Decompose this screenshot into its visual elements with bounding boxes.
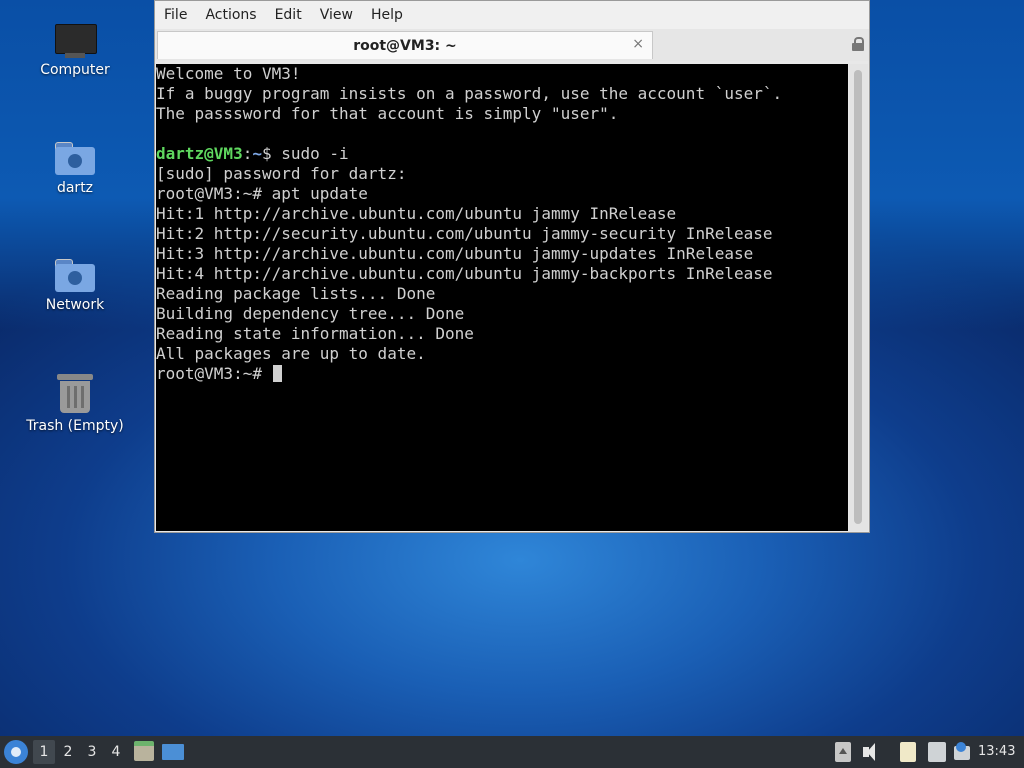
- clock[interactable]: 13:43: [978, 744, 1015, 759]
- terminal-line: Welcome to VM3!: [156, 64, 301, 83]
- desktop-icon-label: Network: [45, 297, 105, 313]
- terminal-line: Hit:4 http://archive.ubuntu.com/ubuntu j…: [156, 264, 773, 283]
- terminal-line: Hit:3 http://archive.ubuntu.com/ubuntu j…: [156, 244, 754, 263]
- terminal-line: Reading state information... Done: [156, 324, 474, 343]
- desktop-icon-home[interactable]: dartz: [20, 140, 130, 196]
- terminal-line: Hit:2 http://security.ubuntu.com/ubuntu …: [156, 224, 773, 243]
- menu-bar: File Actions Edit View Help: [155, 1, 869, 29]
- prompt-path: ~: [252, 144, 262, 163]
- terminal-window: File Actions Edit View Help root@VM3: ~ …: [154, 0, 870, 533]
- workspace-4[interactable]: 4: [105, 740, 127, 764]
- desktop-icon-label: Trash (Empty): [26, 418, 124, 434]
- prompt-user: dartz@VM3: [156, 144, 243, 163]
- desktop-icon-computer[interactable]: Computer: [20, 24, 130, 78]
- workspace-1[interactable]: 1: [33, 740, 55, 764]
- show-hidden-icons-icon[interactable]: [835, 742, 851, 762]
- terminal-scrollbar[interactable]: [849, 64, 868, 531]
- volume-icon[interactable]: [863, 742, 881, 762]
- desktop-icon-label: Computer: [40, 62, 110, 78]
- taskbar: 1 2 3 4 13:43: [0, 736, 1024, 768]
- trash-icon: [57, 374, 93, 414]
- terminal-line: Building dependency tree... Done: [156, 304, 465, 323]
- terminal-line: The passsword for that account is simply…: [156, 104, 619, 123]
- menu-view[interactable]: View: [311, 7, 362, 23]
- menu-edit[interactable]: Edit: [266, 7, 311, 23]
- terminal-prompt-line: dartz@VM3:~$ sudo -i: [156, 144, 848, 164]
- terminal-tab[interactable]: root@VM3: ~ ×: [157, 31, 653, 59]
- desktop-icon-network[interactable]: Network: [20, 257, 130, 313]
- terminal-line: [sudo] password for dartz:: [156, 164, 407, 183]
- terminal-line: If a buggy program insists on a password…: [156, 84, 783, 103]
- menu-help[interactable]: Help: [362, 7, 412, 23]
- network-icon[interactable]: [928, 742, 946, 762]
- terminal-line: Reading package lists... Done: [156, 284, 436, 303]
- desktop-icon-trash[interactable]: Trash (Empty): [20, 374, 130, 434]
- prompt-command: $ sudo -i: [261, 144, 349, 163]
- clipboard-icon[interactable]: [900, 742, 916, 762]
- notification-icon[interactable]: [954, 742, 972, 762]
- menu-file[interactable]: File: [155, 7, 196, 23]
- terminal-line: root@VM3:~# apt update: [156, 184, 368, 203]
- workspace-3[interactable]: 3: [81, 740, 103, 764]
- current-prompt: root@VM3:~#: [156, 364, 272, 383]
- scrollbar-thumb[interactable]: [854, 70, 862, 524]
- terminal-current-line: root@VM3:~#: [156, 364, 848, 384]
- close-icon[interactable]: ×: [632, 36, 644, 52]
- file-manager-task-icon[interactable]: [134, 741, 154, 761]
- network-folder-icon: [55, 257, 95, 293]
- app-menu-icon[interactable]: [4, 740, 28, 764]
- terminal-line: Hit:1 http://archive.ubuntu.com/ubuntu j…: [156, 204, 677, 223]
- computer-icon: [55, 24, 97, 58]
- terminal-output[interactable]: Welcome to VM3! If a buggy program insis…: [156, 64, 848, 531]
- window-task-icon[interactable]: [162, 744, 184, 760]
- workspace-2[interactable]: 2: [57, 740, 79, 764]
- menu-actions[interactable]: Actions: [196, 7, 265, 23]
- terminal-line: All packages are up to date.: [156, 344, 426, 363]
- prompt-colon: :: [242, 144, 253, 163]
- tab-bar: root@VM3: ~ ×: [155, 29, 869, 61]
- text-cursor: [272, 365, 282, 382]
- desktop-icon-label: dartz: [56, 180, 94, 196]
- home-folder-icon: [55, 140, 95, 176]
- lock-icon[interactable]: [852, 37, 864, 51]
- tab-title: root@VM3: ~: [353, 38, 457, 54]
